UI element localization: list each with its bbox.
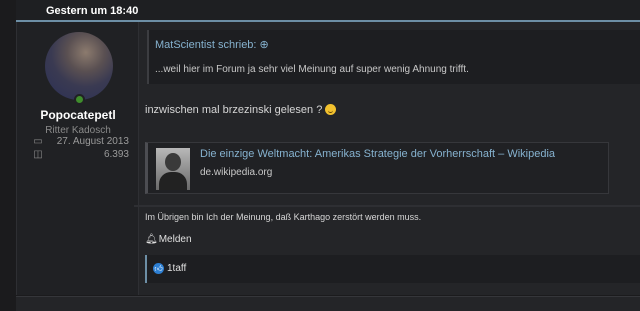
quote-text: ...weil hier im Forum ja sehr viel Meinu…	[155, 64, 469, 75]
link-title[interactable]: Die einzige Weltmacht: Amerikas Strategi…	[200, 148, 555, 160]
link-preview-card[interactable]: Die einzige Weltmacht: Amerikas Strategi…	[145, 142, 609, 194]
joined-row: ▭ 27. August 2013	[31, 136, 129, 150]
link-thumbnail	[156, 148, 190, 190]
next-post-edge	[16, 296, 640, 311]
joined-date: 27. August 2013	[56, 136, 129, 147]
online-status-icon	[74, 94, 85, 105]
post-container: Popocatepetl Ritter Kadosch ▭ 27. August…	[16, 22, 640, 295]
report-button[interactable]: 🔔︎Melden	[145, 234, 192, 245]
bell-icon: 🔔︎	[145, 234, 158, 245]
user-info-column: Popocatepetl Ritter Kadosch ▭ 27. August…	[17, 22, 139, 295]
quote-block: MatScientist schrieb: ⊕ ...weil hier im …	[147, 30, 640, 84]
horizontal-scrollbar[interactable]	[134, 205, 640, 207]
reaction-user[interactable]: 1taff	[167, 263, 186, 274]
chat-bubbles-icon: ◫	[33, 149, 43, 160]
user-title: Ritter Kadosch	[45, 125, 111, 136]
reactions-bar: 👍︎ 1taff	[145, 255, 640, 283]
message-text: inzwischen mal brzezinski gelesen ?	[145, 104, 337, 116]
post-timestamp[interactable]: Gestern um 18:40	[46, 5, 138, 17]
message-line: inzwischen mal brzezinski gelesen ?	[145, 104, 323, 116]
smiley-icon	[325, 104, 337, 115]
avatar[interactable]	[45, 32, 113, 100]
messages-row: ◫ 6.393	[31, 149, 129, 163]
link-domain: de.wikipedia.org	[200, 167, 273, 178]
calendar-icon: ▭	[33, 136, 43, 147]
message-count: 6.393	[103, 149, 129, 160]
username[interactable]: Popocatepetl	[17, 108, 139, 122]
post-header: Gestern um 18:40	[16, 0, 640, 22]
signature-text: Im Übrigen bin Ich der Meinung, daß Kart…	[145, 212, 422, 222]
like-icon: 👍︎	[153, 263, 164, 274]
report-label: Melden	[158, 234, 192, 245]
quote-author-link[interactable]: MatScientist schrieb: ⊕	[155, 38, 269, 51]
post-content: MatScientist schrieb: ⊕ ...weil hier im …	[139, 22, 640, 295]
